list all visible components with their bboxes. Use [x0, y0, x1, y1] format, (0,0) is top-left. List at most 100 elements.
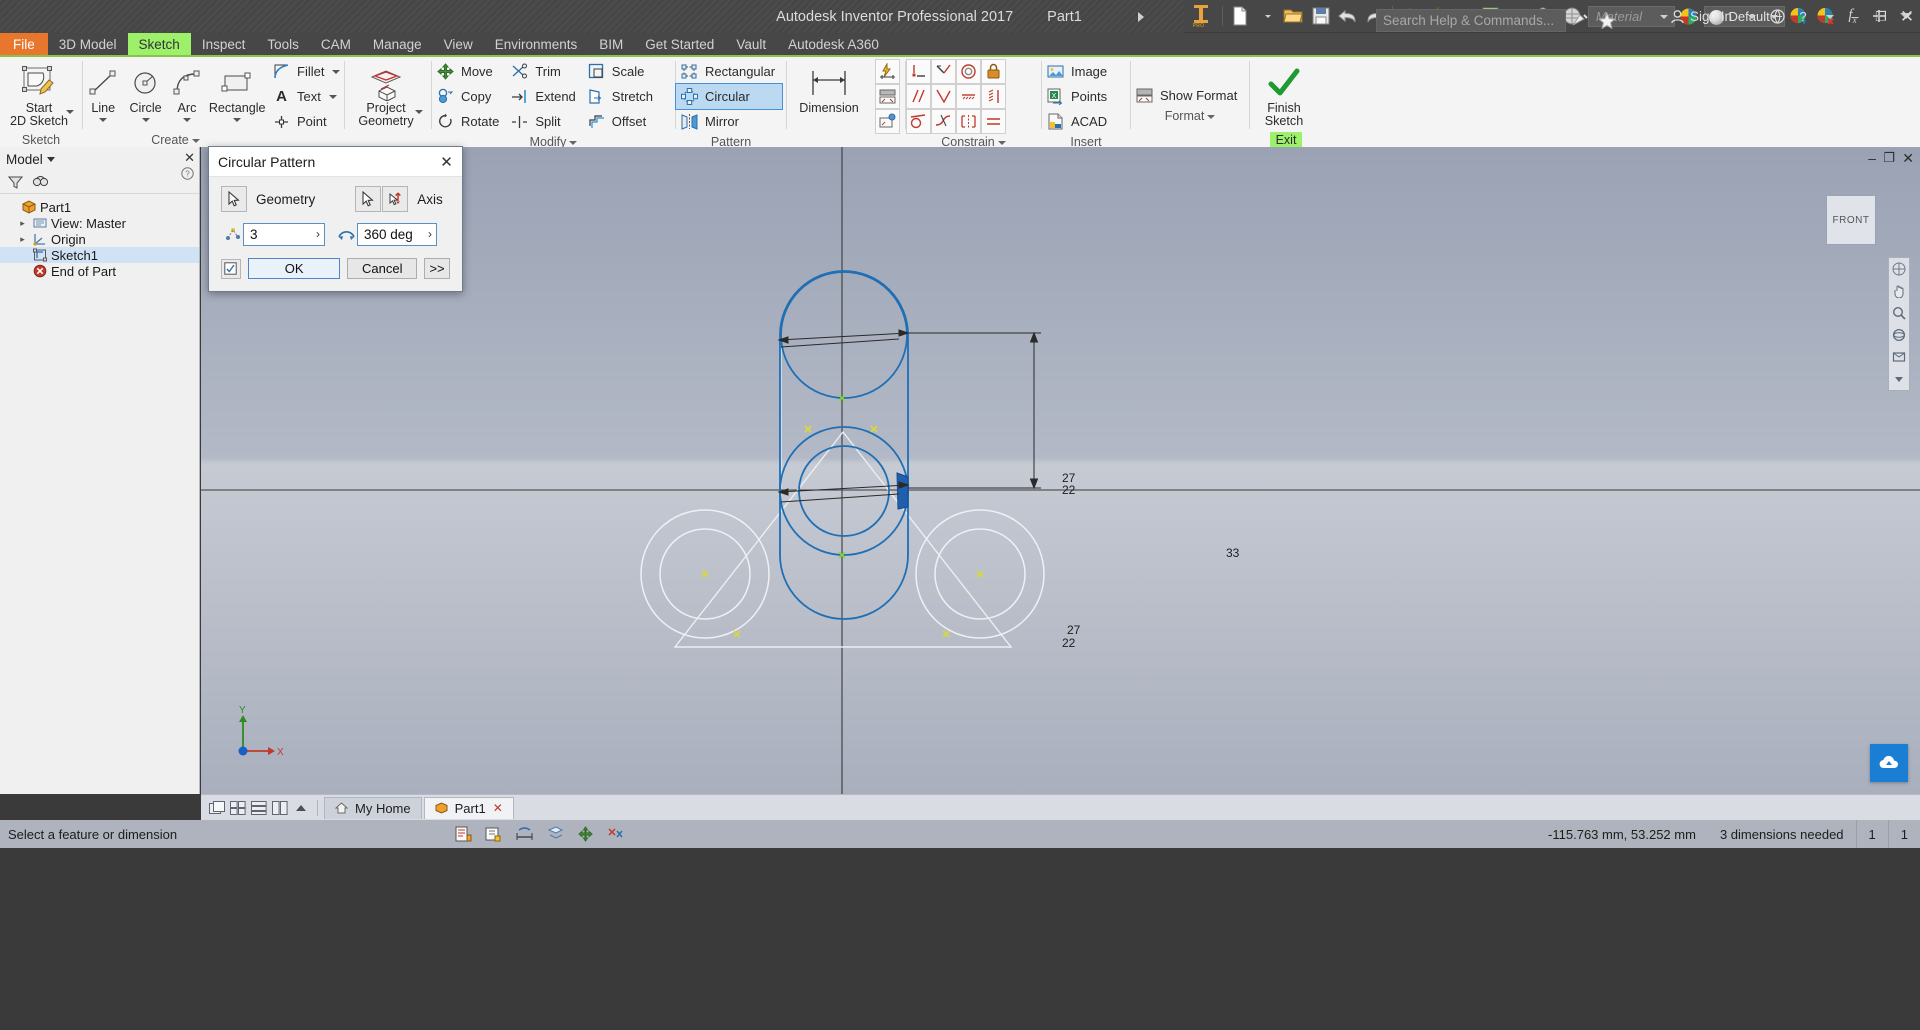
- pan-icon[interactable]: [1891, 283, 1907, 299]
- open-file-icon[interactable]: [1280, 0, 1307, 33]
- find-icon[interactable]: [32, 175, 49, 190]
- collinear-constraint-icon[interactable]: [931, 59, 956, 84]
- more-options-button[interactable]: >>: [424, 258, 450, 279]
- geometry-select-button[interactable]: [221, 186, 247, 212]
- flip-direction-button[interactable]: [382, 186, 409, 212]
- tab-bim[interactable]: BIM: [588, 33, 634, 55]
- browser-close-icon[interactable]: ✕: [184, 150, 195, 166]
- close-window-button[interactable]: ✕: [1894, 0, 1920, 33]
- autodesk-exchange-icon[interactable]: [1764, 0, 1790, 33]
- trim-button[interactable]: Trim: [506, 59, 582, 84]
- insert-points-button[interactable]: X Points: [1042, 84, 1130, 109]
- undo-icon[interactable]: [1334, 0, 1361, 33]
- count-input[interactable]: 3 ›: [243, 223, 325, 246]
- save-file-icon[interactable]: [1307, 0, 1334, 33]
- finish-sketch-button[interactable]: Finish Sketch: [1250, 60, 1318, 128]
- angle-dropdown-icon[interactable]: ›: [428, 227, 432, 241]
- viewport-close-icon[interactable]: ✕: [1902, 150, 1914, 167]
- rectangle-dropdown-icon[interactable]: [233, 118, 242, 122]
- constraint-settings-icon[interactable]: [875, 109, 900, 134]
- tab-autodesk-a360[interactable]: Autodesk A360: [777, 33, 890, 55]
- dimension-value-22-lower[interactable]: 22: [1062, 636, 1075, 650]
- perpendicular-constraint-icon[interactable]: [931, 84, 956, 109]
- tab-cam[interactable]: CAM: [310, 33, 362, 55]
- tab-get-started[interactable]: Get Started: [634, 33, 725, 55]
- dialog-close-icon[interactable]: ✕: [437, 152, 456, 171]
- sign-in-button[interactable]: Sign In: [1664, 9, 1738, 24]
- show-format-button[interactable]: Show Format: [1131, 83, 1249, 108]
- tabs-scroll-up-icon[interactable]: [290, 797, 311, 818]
- text-button[interactable]: A Text: [268, 84, 344, 109]
- tile-horizontal-icon[interactable]: [248, 797, 269, 818]
- select-filter-icon[interactable]: [547, 826, 564, 842]
- axis-select-button[interactable]: [355, 186, 382, 212]
- copy-button[interactable]: Copy: [432, 84, 506, 109]
- navbar-dropdown-icon[interactable]: [1891, 371, 1907, 387]
- filter-icon[interactable]: [8, 175, 23, 190]
- help-dropdown-icon[interactable]: [1816, 0, 1842, 33]
- circle-button[interactable]: Circle: [124, 60, 168, 122]
- part1-tab-close-icon[interactable]: ✕: [493, 801, 503, 815]
- fix-constraint-icon[interactable]: [981, 59, 1006, 84]
- document-tab-my-home[interactable]: My Home: [324, 796, 422, 819]
- auto-dimension-icon[interactable]: [875, 59, 900, 84]
- restore-window-button[interactable]: ❐: [1868, 0, 1894, 33]
- a360-cloud-badge[interactable]: [1870, 744, 1908, 782]
- tree-node-origin[interactable]: ▸ Origin: [0, 231, 199, 247]
- offset-button[interactable]: Offset: [583, 109, 660, 134]
- arc-dropdown-icon[interactable]: [182, 118, 191, 122]
- ok-button[interactable]: OK: [247, 258, 341, 279]
- tab-sketch[interactable]: Sketch: [127, 33, 191, 55]
- tree-node-view-master[interactable]: ▸ View: Master: [0, 215, 199, 231]
- vertical-constraint-icon[interactable]: [981, 84, 1006, 109]
- tab-view[interactable]: View: [433, 33, 484, 55]
- insert-image-button[interactable]: Image: [1042, 59, 1130, 84]
- count-dropdown-icon[interactable]: ›: [316, 227, 320, 241]
- split-button[interactable]: Split: [506, 109, 582, 134]
- arc-button[interactable]: Arc: [168, 60, 207, 122]
- viewport-minimize-icon[interactable]: –: [1868, 150, 1876, 166]
- symmetric-constraint-icon[interactable]: [956, 109, 981, 134]
- look-at-icon[interactable]: [1891, 349, 1907, 365]
- start-2d-sketch-button[interactable]: Start 2D Sketch: [0, 60, 78, 128]
- dimension-value-22-upper[interactable]: 22: [1062, 483, 1075, 497]
- cancel-button[interactable]: Cancel: [347, 258, 418, 279]
- tab-environments[interactable]: Environments: [484, 33, 589, 55]
- stretch-button[interactable]: Stretch: [583, 84, 660, 109]
- tab-manage[interactable]: Manage: [362, 33, 433, 55]
- tree-node-part1[interactable]: Part1: [0, 199, 199, 215]
- tree-node-sketch1[interactable]: Sketch1: [0, 247, 199, 263]
- snap-to-grid-icon[interactable]: [577, 826, 594, 842]
- insert-acad-button[interactable]: ACAD: [1042, 109, 1130, 134]
- extend-button[interactable]: Extend: [506, 84, 582, 109]
- suppress-toggle-button[interactable]: [221, 258, 241, 279]
- help-button[interactable]: ?: [1790, 0, 1816, 33]
- rectangle-button[interactable]: Rectangle: [206, 60, 268, 122]
- expander-icon[interactable]: ▸: [17, 218, 28, 229]
- smooth-constraint-icon[interactable]: [931, 109, 956, 134]
- view-cube[interactable]: FRONT: [1826, 195, 1876, 245]
- infocenter-icon[interactable]: [1566, 4, 1593, 37]
- tile-vertical-icon[interactable]: [269, 797, 290, 818]
- dimension-value-33[interactable]: 33: [1226, 546, 1239, 560]
- dimension-button[interactable]: Dimension: [787, 60, 871, 115]
- fillet-button[interactable]: Fillet: [268, 59, 344, 84]
- equal-constraint-icon[interactable]: [981, 109, 1006, 134]
- project-geometry-button[interactable]: Project Geometry: [345, 60, 427, 128]
- move-button[interactable]: Move: [432, 59, 506, 84]
- scale-button[interactable]: Scale: [583, 59, 660, 84]
- point-button[interactable]: Point: [268, 109, 344, 134]
- minimize-window-button[interactable]: –: [1842, 0, 1868, 33]
- full-navigation-wheel-icon[interactable]: [1891, 261, 1907, 277]
- fillet-dropdown-icon[interactable]: [332, 69, 341, 74]
- show-constraints-icon[interactable]: [875, 84, 900, 109]
- mirror-button[interactable]: Mirror: [676, 109, 782, 134]
- zoom-icon[interactable]: [1891, 305, 1907, 321]
- coincident-constraint-icon[interactable]: [906, 59, 931, 84]
- tab-inspect[interactable]: Inspect: [191, 33, 257, 55]
- rotate-button[interactable]: Rotate: [432, 109, 506, 134]
- parallel-constraint-icon[interactable]: [906, 84, 931, 109]
- start-2d-sketch-dropdown-icon[interactable]: [66, 110, 74, 114]
- sketch-doctor-icon[interactable]: [485, 826, 502, 842]
- dimension-display-icon[interactable]: [515, 826, 534, 842]
